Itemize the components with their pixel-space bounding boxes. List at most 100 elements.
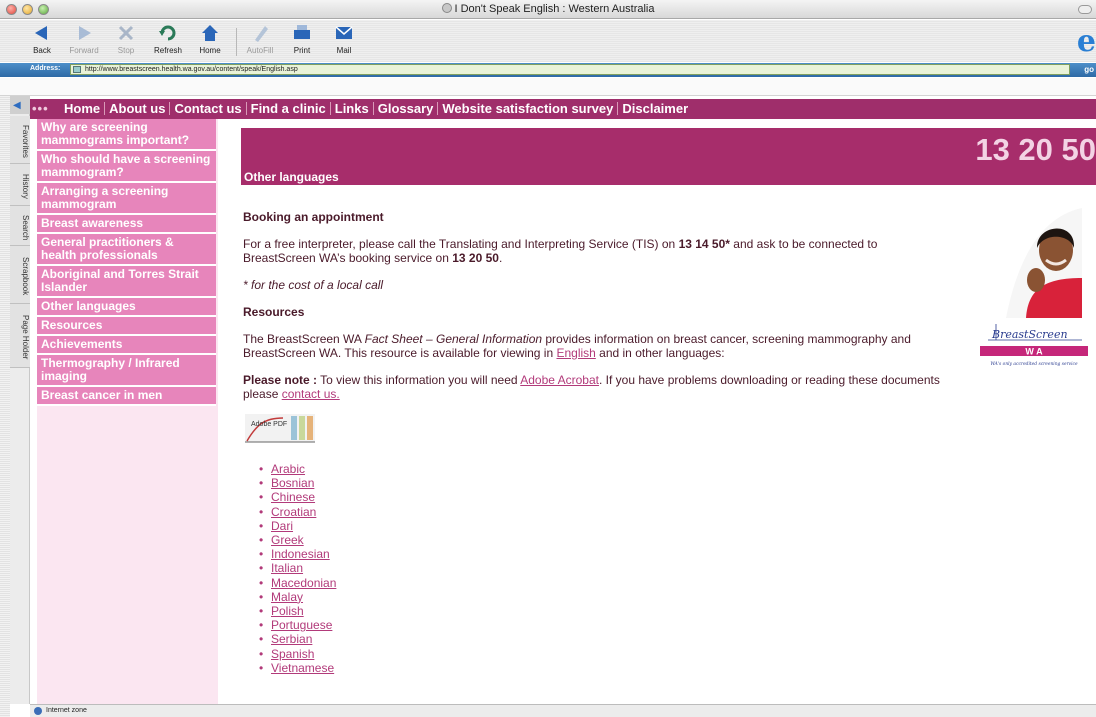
menu-general-practitioners[interactable]: General practitioners & health professio… <box>37 234 216 266</box>
forward-arrow-icon <box>79 26 91 40</box>
list-item: Italian <box>257 561 953 575</box>
list-item: Vietnamese <box>257 661 953 675</box>
booking-paragraph: For a free interpreter, please call the … <box>243 237 953 265</box>
tab-scrapbook[interactable]: Scrapbook <box>10 246 30 304</box>
nav-find-a-clinic[interactable]: Find a clinic <box>247 101 330 116</box>
language-list: Arabic Bosnian Chinese Croatian Dari Gre… <box>257 462 953 675</box>
tis-number: 13 14 50* <box>678 237 730 251</box>
language-link-dari[interactable]: Dari <box>271 519 293 533</box>
autofill-label: AutoFill <box>246 46 274 55</box>
language-link-chinese[interactable]: Chinese <box>271 490 315 504</box>
banner-phone-number: 13 20 50 <box>975 132 1096 167</box>
stop-button[interactable]: Stop <box>104 22 148 55</box>
language-link-malay[interactable]: Malay <box>271 590 303 604</box>
language-link-macedonian[interactable]: Macedonian <box>271 576 336 590</box>
autofill-icon <box>255 26 268 42</box>
adobe-pdf-icon[interactable]: Adobe PDF <box>243 414 315 444</box>
tab-page-holder[interactable]: Page Holder <box>10 304 30 368</box>
window-edge <box>0 96 10 717</box>
list-item: Dari <box>257 519 953 533</box>
language-link-vietnamese[interactable]: Vietnamese <box>271 661 334 675</box>
go-button[interactable]: go <box>1084 65 1094 74</box>
english-link[interactable]: English <box>556 346 595 360</box>
window-title: I Don't Speak English : Western Australi… <box>0 3 1096 15</box>
mail-button[interactable]: Mail <box>322 22 366 55</box>
explorer-bar-tabs: ◀ Favorites History Search Scrapbook Pag… <box>10 96 30 704</box>
menu-achievements[interactable]: Achievements <box>37 336 216 355</box>
list-item: Bosnian <box>257 476 953 490</box>
tab-history[interactable]: History <box>10 164 30 206</box>
language-link-serbian[interactable]: Serbian <box>271 632 312 646</box>
nav-contact-us[interactable]: Contact us <box>170 101 245 116</box>
home-button[interactable]: Home <box>188 22 232 55</box>
local-call-note: * for the cost of a local call <box>243 278 953 292</box>
pdf-badge-text: Adobe PDF <box>251 421 287 428</box>
home-icon <box>202 25 218 41</box>
booking-number: 13 20 50 <box>452 251 499 265</box>
language-link-polish[interactable]: Polish <box>271 604 304 618</box>
woman-portrait-image <box>1006 208 1082 318</box>
status-bar: Internet zone <box>30 704 1096 717</box>
logo-tagline: WA's only accredited screening service <box>990 362 1078 367</box>
nav-links[interactable]: Links <box>331 101 373 116</box>
nav-home[interactable]: Home <box>60 101 104 116</box>
menu-why-screening[interactable]: Why are screening mammograms important? <box>37 119 216 151</box>
language-link-bosnian[interactable]: Bosnian <box>271 476 314 490</box>
menu-who-should[interactable]: Who should have a screening mammogram? <box>37 151 216 183</box>
toolbar-toggle-button[interactable] <box>1078 5 1092 14</box>
window-titlebar: I Don't Speak English : Western Australi… <box>0 0 1096 19</box>
autofill-button[interactable]: AutoFill <box>238 22 282 55</box>
menu-resources[interactable]: Resources <box>37 317 216 336</box>
explorer-bar-toggle[interactable]: ◀ <box>10 96 30 114</box>
menu-arranging[interactable]: Arranging a screening mammogram <box>37 183 216 215</box>
refresh-button[interactable]: Refresh <box>146 22 190 55</box>
nav-about-us[interactable]: About us <box>105 101 169 116</box>
left-menu: Why are screening mammograms important? … <box>37 119 216 406</box>
browser-toolbar: Back Forward Stop Refresh Home AutoFill … <box>0 20 1096 62</box>
language-link-italian[interactable]: Italian <box>271 561 303 575</box>
back-button[interactable]: Back <box>20 22 64 55</box>
forward-button[interactable]: Forward <box>62 22 106 55</box>
url-input[interactable]: http://www.breastscreen.health.wa.gov.au… <box>70 64 1070 75</box>
list-item: Polish <box>257 604 953 618</box>
logo-wa-text: W A <box>1025 347 1043 357</box>
favorites-bar <box>0 78 1096 96</box>
list-item: Portuguese <box>257 618 953 632</box>
adobe-acrobat-link[interactable]: Adobe Acrobat <box>520 373 599 387</box>
menu-other-languages[interactable]: Other languages <box>37 298 216 317</box>
page-globe-icon <box>441 3 452 13</box>
language-link-greek[interactable]: Greek <box>271 533 304 547</box>
mail-label: Mail <box>336 46 352 55</box>
list-item: Malay <box>257 590 953 604</box>
nav-satisfaction-survey[interactable]: Website satisfaction survey <box>438 101 617 116</box>
note-paragraph: Please note : To view this information y… <box>243 373 953 401</box>
menu-breast-cancer-in-men[interactable]: Breast cancer in men <box>37 387 216 406</box>
language-link-indonesian[interactable]: Indonesian <box>271 547 330 561</box>
back-arrow-icon <box>35 26 47 40</box>
language-link-croatian[interactable]: Croatian <box>271 505 316 519</box>
site-favicon-icon <box>73 66 81 73</box>
contact-us-link[interactable]: contact us. <box>282 387 340 401</box>
explorer-bar-icon: ◀ <box>13 100 21 111</box>
print-label: Print <box>293 46 311 55</box>
language-link-arabic[interactable]: Arabic <box>271 462 305 476</box>
status-text: Internet zone <box>46 707 87 714</box>
note-text-1: To view this information you will need <box>317 373 521 387</box>
tab-favorites[interactable]: Favorites <box>10 116 30 164</box>
nav-disclaimer[interactable]: Disclaimer <box>618 101 692 116</box>
language-link-spanish[interactable]: Spanish <box>271 647 314 661</box>
resources-heading: Resources <box>243 305 305 319</box>
site-nav-bar: ••• Home About us Contact us Find a clinic L… <box>30 99 1096 119</box>
language-link-portuguese[interactable]: Portuguese <box>271 618 332 632</box>
nav-glossary[interactable]: Glossary <box>374 101 438 116</box>
booking-heading: Booking an appointment <box>243 210 384 224</box>
menu-breast-awareness[interactable]: Breast awareness <box>37 215 216 234</box>
list-item: Indonesian <box>257 547 953 561</box>
breastscreen-wa-logo: BreastScreen W A WA's only accredited sc… <box>980 324 1088 367</box>
refresh-label: Refresh <box>153 46 182 55</box>
menu-aboriginal[interactable]: Aboriginal and Torres Strait Islander <box>37 266 216 298</box>
print-button[interactable]: Print <box>280 22 324 55</box>
list-item: Spanish <box>257 647 953 661</box>
tab-search[interactable]: Search <box>10 206 30 246</box>
menu-thermography[interactable]: Thermography / Infrared imaging <box>37 355 216 387</box>
